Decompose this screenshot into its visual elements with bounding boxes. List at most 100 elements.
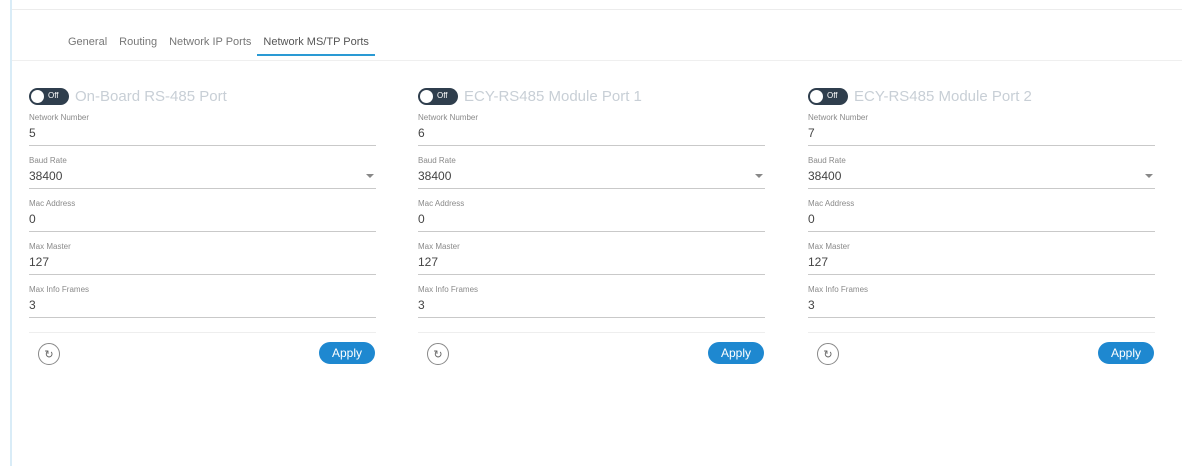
field-underline <box>29 231 376 232</box>
apply-button[interactable]: Apply <box>1098 342 1154 364</box>
network-number-field[interactable]: Network Number 6 <box>418 109 765 152</box>
apply-button[interactable]: Apply <box>708 342 764 364</box>
port-enable-toggle[interactable]: Off <box>808 87 848 105</box>
field-underline <box>418 231 765 232</box>
network-number-field[interactable]: Network Number 5 <box>29 109 376 152</box>
port-title: ECY-RS485 Module Port 2 <box>854 87 1032 105</box>
actions-divider <box>808 332 1155 333</box>
dropdown-arrow-icon[interactable] <box>1145 174 1153 178</box>
field-underline <box>29 317 376 318</box>
field-label: Max Info Frames <box>808 285 869 294</box>
baud-rate-select[interactable]: Baud Rate 38400 <box>418 152 765 195</box>
field-label: Max Info Frames <box>29 285 90 294</box>
field-value[interactable]: 0 <box>29 212 36 226</box>
field-underline <box>29 274 376 275</box>
port-header: Off ECY-RS485 Module Port 2 <box>808 83 1155 109</box>
field-underline <box>418 188 765 189</box>
tabs-divider <box>12 60 1182 61</box>
field-value[interactable]: 0 <box>418 212 425 226</box>
field-value[interactable]: 3 <box>808 298 815 312</box>
mac-address-field[interactable]: Mac Address 0 <box>808 195 1155 238</box>
network-number-field[interactable]: Network Number 7 <box>808 109 1155 152</box>
field-value[interactable]: 127 <box>29 255 49 269</box>
top-divider <box>12 9 1182 10</box>
field-value[interactable]: 3 <box>29 298 36 312</box>
tab-general[interactable]: General <box>68 34 107 56</box>
field-value[interactable]: 127 <box>808 255 828 269</box>
field-underline <box>29 188 376 189</box>
mac-address-field[interactable]: Mac Address 0 <box>29 195 376 238</box>
refresh-icon[interactable]: ↻ <box>427 343 449 365</box>
port-title: ECY-RS485 Module Port 1 <box>464 87 642 105</box>
port-panel-module-1: Off ECY-RS485 Module Port 1 Network Numb… <box>418 83 765 365</box>
toggle-knob <box>31 89 44 103</box>
port-header: Off ECY-RS485 Module Port 1 <box>418 83 765 109</box>
refresh-icon[interactable]: ↻ <box>817 343 839 365</box>
actions-divider <box>29 332 376 333</box>
max-master-field[interactable]: Max Master 127 <box>808 238 1155 281</box>
left-border <box>10 0 12 466</box>
port-title: On-Board RS-485 Port <box>75 87 227 105</box>
field-value[interactable]: 38400 <box>29 169 62 183</box>
actions-divider <box>418 332 765 333</box>
field-underline <box>418 274 765 275</box>
field-underline <box>808 274 1155 275</box>
field-label: Network Number <box>29 113 90 122</box>
toggle-label: Off <box>48 90 59 100</box>
port-actions: ↻ Apply <box>808 324 1155 365</box>
field-label: Mac Address <box>418 199 465 208</box>
max-info-frames-field[interactable]: Max Info Frames 3 <box>29 281 376 324</box>
field-label: Max Master <box>29 242 71 251</box>
field-label: Baud Rate <box>808 156 846 165</box>
port-actions: ↻ Apply <box>29 324 376 365</box>
field-value[interactable]: 127 <box>418 255 438 269</box>
field-value[interactable]: 6 <box>418 126 425 140</box>
tab-network-ip-ports[interactable]: Network IP Ports <box>169 34 251 56</box>
toggle-label: Off <box>827 90 838 100</box>
field-label: Network Number <box>418 113 479 122</box>
toggle-knob <box>420 89 433 103</box>
field-underline <box>808 188 1155 189</box>
max-info-frames-field[interactable]: Max Info Frames 3 <box>808 281 1155 324</box>
dropdown-arrow-icon[interactable] <box>755 174 763 178</box>
field-label: Network Number <box>808 113 869 122</box>
port-header: Off On-Board RS-485 Port <box>29 83 376 109</box>
dropdown-arrow-icon[interactable] <box>366 174 374 178</box>
field-label: Max Master <box>808 242 850 251</box>
field-underline <box>808 317 1155 318</box>
apply-button[interactable]: Apply <box>319 342 375 364</box>
field-underline <box>29 145 376 146</box>
field-value[interactable]: 38400 <box>418 169 451 183</box>
port-enable-toggle[interactable]: Off <box>29 87 69 105</box>
field-value[interactable]: 0 <box>808 212 815 226</box>
max-info-frames-field[interactable]: Max Info Frames 3 <box>418 281 765 324</box>
field-value[interactable]: 5 <box>29 126 36 140</box>
field-underline <box>808 145 1155 146</box>
field-label: Baud Rate <box>418 156 456 165</box>
port-enable-toggle[interactable]: Off <box>418 87 458 105</box>
field-label: Mac Address <box>808 199 855 208</box>
tab-routing[interactable]: Routing <box>119 34 157 56</box>
field-underline <box>418 317 765 318</box>
refresh-icon[interactable]: ↻ <box>38 343 60 365</box>
field-value[interactable]: 3 <box>418 298 425 312</box>
max-master-field[interactable]: Max Master 127 <box>29 238 376 281</box>
field-label: Baud Rate <box>29 156 67 165</box>
field-label: Mac Address <box>29 199 76 208</box>
tab-bar: General Routing Network IP Ports Network… <box>68 34 381 60</box>
field-label: Max Info Frames <box>418 285 479 294</box>
port-panel-module-2: Off ECY-RS485 Module Port 2 Network Numb… <box>808 83 1155 365</box>
toggle-label: Off <box>437 90 448 100</box>
baud-rate-select[interactable]: Baud Rate 38400 <box>29 152 376 195</box>
mac-address-field[interactable]: Mac Address 0 <box>418 195 765 238</box>
tab-network-mstp-ports[interactable]: Network MS/TP Ports <box>257 34 375 56</box>
field-underline <box>418 145 765 146</box>
field-value[interactable]: 38400 <box>808 169 841 183</box>
field-value[interactable]: 7 <box>808 126 815 140</box>
max-master-field[interactable]: Max Master 127 <box>418 238 765 281</box>
port-panel-onboard: Off On-Board RS-485 Port Network Number … <box>29 83 376 365</box>
toggle-knob <box>810 89 823 103</box>
field-underline <box>808 231 1155 232</box>
baud-rate-select[interactable]: Baud Rate 38400 <box>808 152 1155 195</box>
port-actions: ↻ Apply <box>418 324 765 365</box>
